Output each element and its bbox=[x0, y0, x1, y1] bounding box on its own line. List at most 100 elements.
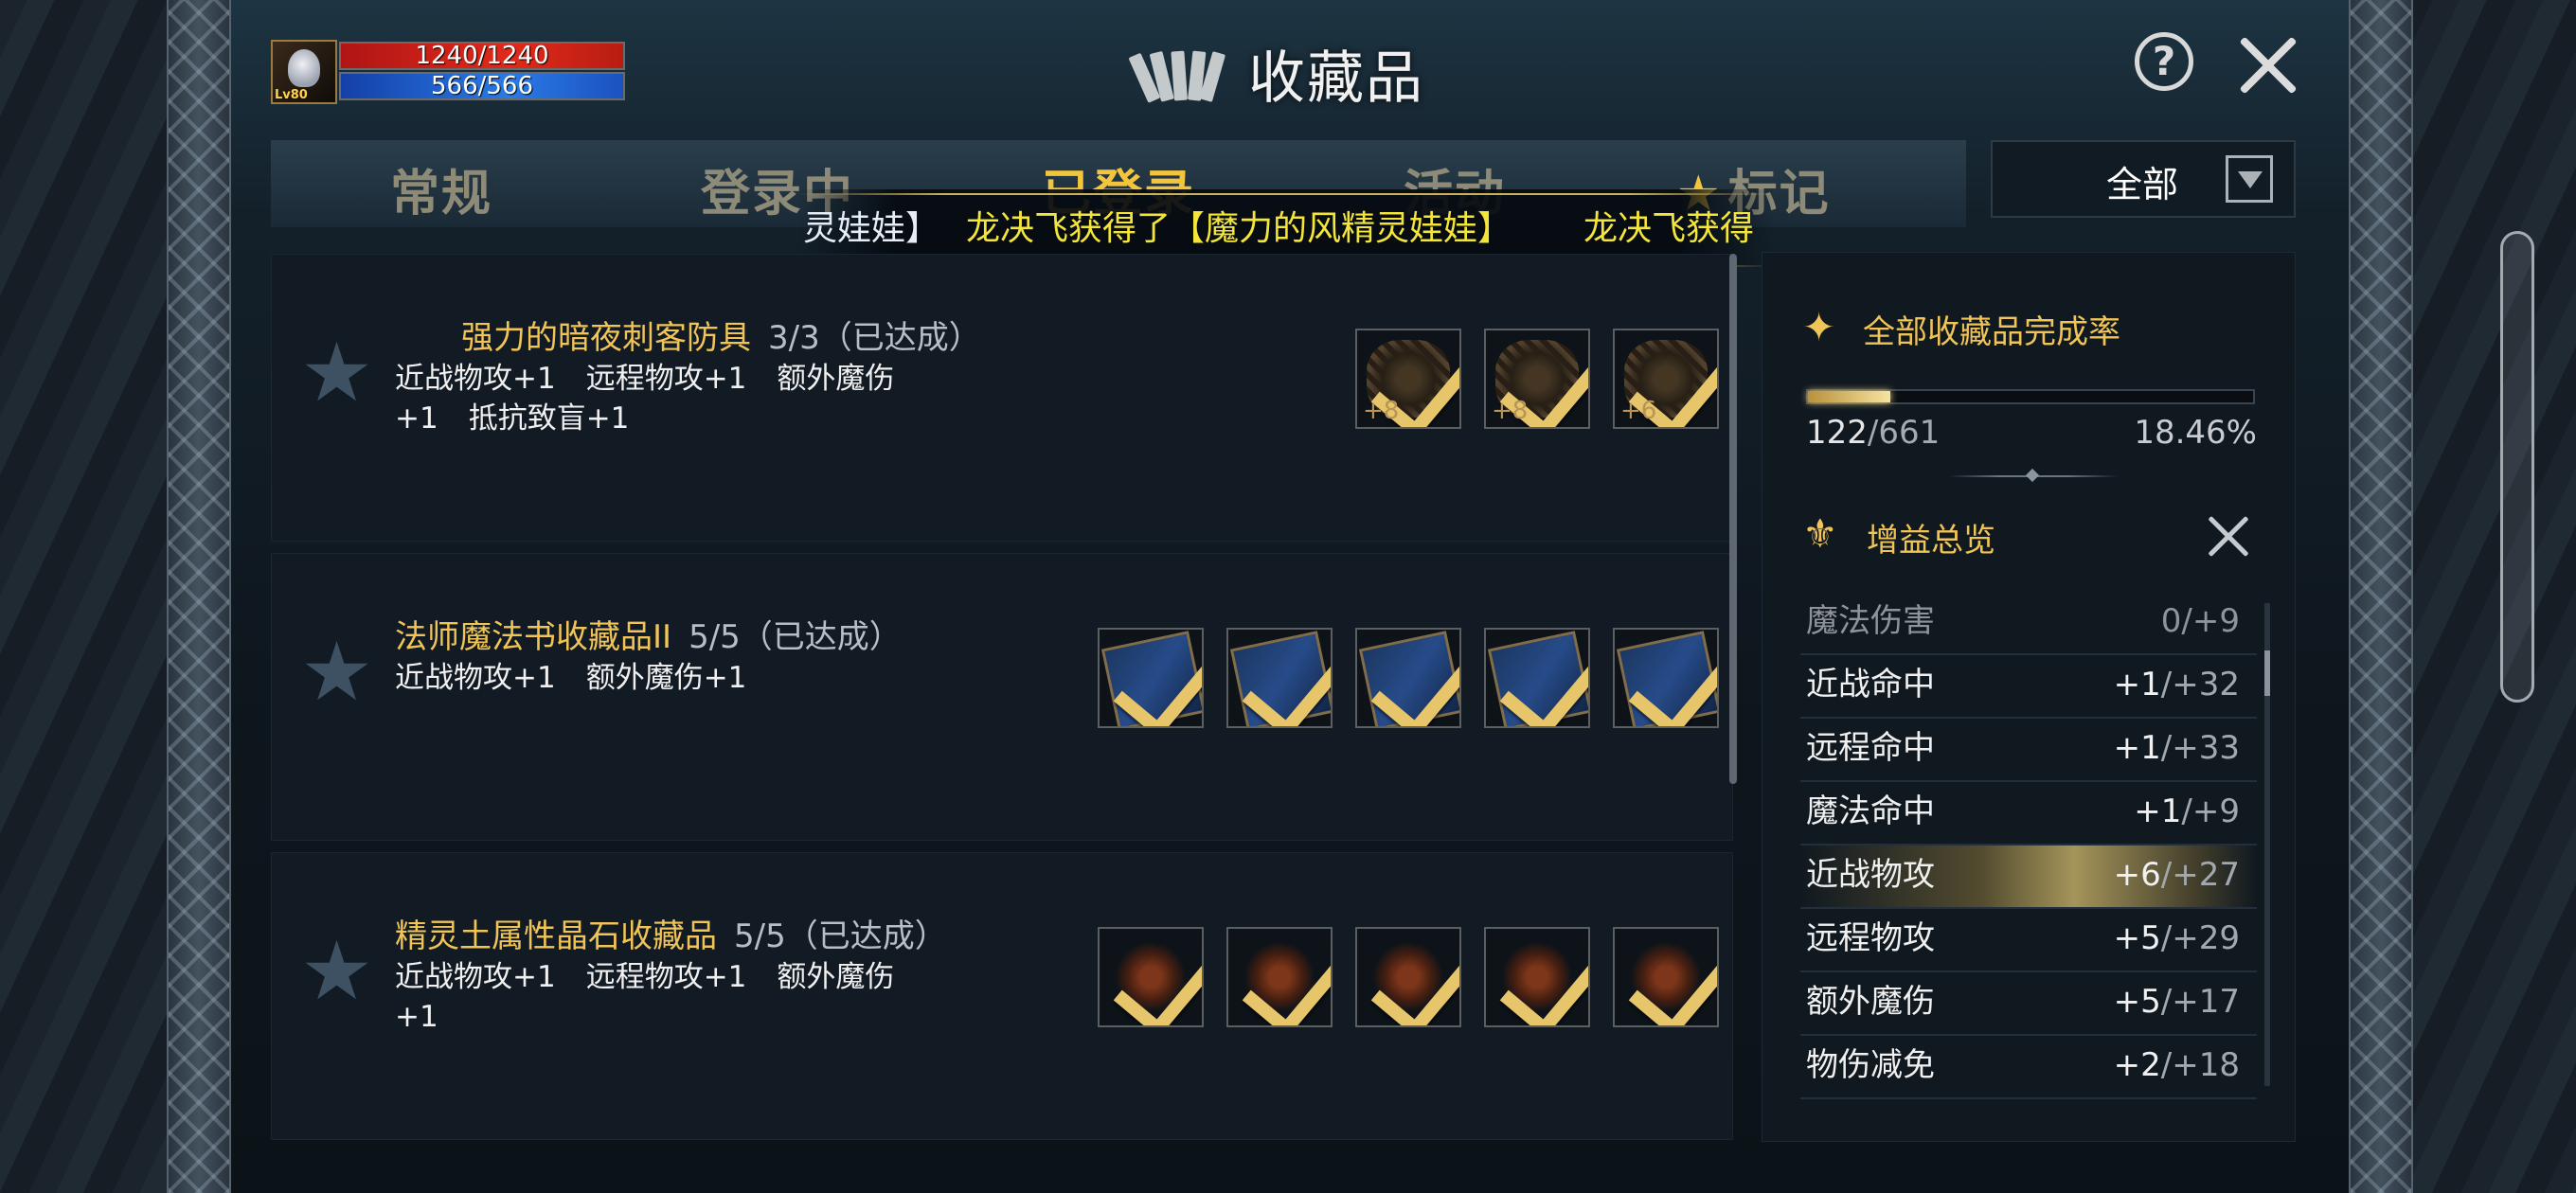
buff-value: +1/+32 bbox=[2113, 666, 2240, 703]
buff-value: +5/+29 bbox=[2113, 919, 2240, 957]
ornate-border-right bbox=[2349, 0, 2413, 1193]
item-slot[interactable] bbox=[1098, 927, 1204, 1027]
collection-title: 精灵土属性晶石收藏品 5/5（已达成） bbox=[395, 917, 947, 955]
buff-value: 0/+9 bbox=[2160, 602, 2240, 640]
character-portrait-icon bbox=[288, 49, 320, 87]
favorite-star-icon[interactable]: ★ bbox=[300, 931, 373, 1012]
character-status[interactable]: Lv80 1240/1240 566/566 bbox=[271, 40, 629, 106]
buff-overview-title: 增益总览 bbox=[1867, 522, 1995, 560]
item-slots: +8 +8 +6 bbox=[1355, 329, 1719, 429]
enhance-level: +8 bbox=[1492, 397, 1529, 425]
completion-count: 122/661 bbox=[1806, 414, 1941, 452]
effect-text: 远程物攻+1 bbox=[585, 362, 747, 396]
mp-bar: 566/566 bbox=[339, 72, 625, 100]
collection-effects: 近战物攻+1 远程物攻+1 额外魔伤+1 抵抗致盲+1 bbox=[395, 359, 925, 438]
buff-value: +5/+17 bbox=[2113, 983, 2240, 1021]
buff-name: 额外魔伤 bbox=[1806, 983, 1935, 1021]
buff-overview-close-button[interactable] bbox=[2206, 514, 2251, 560]
item-slot[interactable] bbox=[1484, 927, 1590, 1027]
collection-title: 强力的暗夜刺客防具 3/3（已达成） bbox=[461, 319, 981, 357]
buff-name: 远程物攻 bbox=[1806, 919, 1935, 957]
item-slot[interactable]: +6 bbox=[1613, 329, 1719, 429]
ticker-text-1: 灵娃娃】 bbox=[803, 209, 940, 248]
question-mark-icon: ? bbox=[2152, 38, 2176, 84]
effect-text: 额外魔伤+1 bbox=[585, 661, 747, 695]
dropdown-arrow-icon[interactable] bbox=[2226, 155, 2273, 203]
buff-name: 远程命中 bbox=[1806, 729, 1935, 767]
ticker-text-3: 龙决飞获得 bbox=[1583, 209, 1755, 248]
item-slot[interactable] bbox=[1355, 628, 1461, 728]
buff-row-highlighted: 近战物攻 +6/+27 bbox=[1800, 846, 2257, 909]
book-icon bbox=[1128, 38, 1226, 106]
item-slot[interactable] bbox=[1355, 927, 1461, 1027]
avatar[interactable]: Lv80 bbox=[271, 40, 337, 104]
completion-percent: 18.46% bbox=[2134, 414, 2257, 452]
tab-regular[interactable]: 常规 bbox=[390, 153, 492, 224]
trophy-icon: ✦ bbox=[1802, 304, 1836, 350]
help-button[interactable]: ? bbox=[2135, 32, 2193, 91]
effect-text: 抵抗致盲+1 bbox=[468, 401, 630, 436]
collection-card[interactable]: ★ 精灵土属性晶石收藏品 5/5（已达成） 近战物攻+1 远程物攻+1 额外魔伤+1 bbox=[271, 852, 1733, 1140]
buff-row: 近战命中 +1/+32 bbox=[1800, 655, 2257, 719]
buff-name: 物伤减免 bbox=[1806, 1046, 1935, 1084]
completion-progress-fill bbox=[1808, 391, 1890, 402]
collection-list[interactable]: ★ 强力的暗夜刺客防具 3/3（已达成） 近战物攻+1 远程物攻+1 额外魔伤+1 抵抗… bbox=[271, 254, 1733, 1142]
effect-text: 远程物攻+1 bbox=[585, 960, 747, 994]
collection-title: 法师魔法书收藏品II 5/5（已达成） bbox=[395, 618, 902, 656]
favorite-star-icon[interactable]: ★ bbox=[300, 332, 373, 414]
filter-selected-value: 全部 bbox=[2106, 164, 2179, 205]
collection-effects: 近战物攻+1 远程物攻+1 额外魔伤+1 bbox=[395, 957, 925, 1037]
buff-row: 额外魔伤 +5/+17 bbox=[1800, 972, 2257, 1036]
item-slot[interactable] bbox=[1613, 927, 1719, 1027]
collection-card[interactable]: ★ 法师魔法书收藏品II 5/5（已达成） 近战物攻+1 额外魔伤+1 bbox=[271, 553, 1733, 841]
buff-value: +1/+9 bbox=[2134, 792, 2240, 830]
buff-value: +1/+33 bbox=[2113, 729, 2240, 767]
item-slot[interactable] bbox=[1098, 628, 1204, 728]
fleur-de-lis-icon: ⚜ bbox=[1802, 510, 1838, 557]
item-slot[interactable] bbox=[1226, 927, 1333, 1027]
buff-name: 魔法命中 bbox=[1806, 792, 1935, 830]
completion-progress-bar bbox=[1806, 389, 2255, 404]
ornament-divider bbox=[1948, 467, 2119, 486]
buff-row: 物伤减免 +2/+18 bbox=[1800, 1036, 2257, 1099]
buff-row: 远程命中 +1/+33 bbox=[1800, 719, 2257, 782]
item-slot[interactable] bbox=[1484, 628, 1590, 728]
buff-name: 魔法伤害 bbox=[1806, 602, 1935, 640]
effect-text: 近战物攻+1 bbox=[395, 661, 556, 695]
buff-scrollbar-thumb[interactable] bbox=[2264, 650, 2270, 696]
enhance-level: +8 bbox=[1363, 397, 1400, 425]
filter-dropdown[interactable]: 全部 bbox=[1991, 140, 2296, 218]
collection-effects: 近战物攻+1 额外魔伤+1 bbox=[395, 658, 925, 698]
stats-panel: ✦ 全部收藏品完成率 122/661 18.46% ⚜ 增益总览 魔法伤害 0/+… bbox=[1762, 252, 2296, 1142]
item-slots bbox=[1098, 927, 1719, 1027]
ticker-text-2: 龙决飞获得了【魔力的风精灵娃娃】 bbox=[966, 209, 1512, 248]
item-slot[interactable]: +8 bbox=[1484, 329, 1590, 429]
item-slot[interactable] bbox=[1226, 628, 1333, 728]
buff-row: 魔法伤害 0/+9 bbox=[1800, 592, 2257, 655]
collection-progress: 5/5（已达成） bbox=[734, 917, 947, 955]
collection-progress: 5/5（已达成） bbox=[689, 618, 902, 656]
character-level: Lv80 bbox=[275, 88, 308, 102]
enhance-level: +6 bbox=[1620, 397, 1657, 425]
favorite-star-icon[interactable]: ★ bbox=[300, 632, 373, 713]
list-scrollbar[interactable] bbox=[1729, 254, 1737, 784]
collection-progress: 3/3（已达成） bbox=[768, 319, 981, 357]
item-slots bbox=[1098, 628, 1719, 728]
buff-value: +2/+18 bbox=[2113, 1046, 2240, 1084]
ornate-border-left bbox=[167, 0, 231, 1193]
buff-row: 魔法命中 +1/+9 bbox=[1800, 782, 2257, 846]
buff-row: 远程物攻 +5/+29 bbox=[1800, 909, 2257, 972]
effect-text: 近战物攻+1 bbox=[395, 362, 556, 396]
page-title: 收藏品 bbox=[1248, 45, 1424, 112]
collection-card[interactable]: ★ 强力的暗夜刺客防具 3/3（已达成） 近战物攻+1 远程物攻+1 额外魔伤+1 抵抗… bbox=[271, 254, 1733, 542]
buff-value: +6/+27 bbox=[2113, 856, 2240, 894]
item-slot[interactable] bbox=[1613, 628, 1719, 728]
page-scrollbar[interactable] bbox=[2500, 231, 2534, 703]
effect-text: 近战物攻+1 bbox=[395, 960, 556, 994]
completion-title: 全部收藏品完成率 bbox=[1863, 313, 2120, 351]
item-slot[interactable]: +8 bbox=[1355, 329, 1461, 429]
close-button[interactable] bbox=[2235, 32, 2301, 98]
buff-list[interactable]: 魔法伤害 0/+9 近战命中 +1/+32 远程命中 +1/+33 魔法命中 +1/+9… bbox=[1800, 592, 2257, 1099]
buff-name: 近战物攻 bbox=[1806, 856, 1935, 894]
buff-name: 近战命中 bbox=[1806, 666, 1935, 703]
